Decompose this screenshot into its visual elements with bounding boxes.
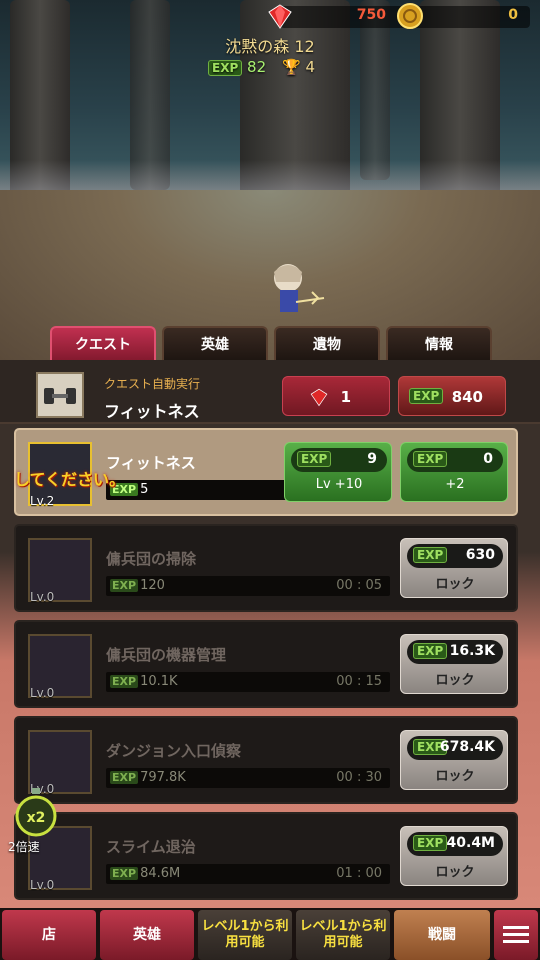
exp-label: EXP <box>110 867 139 880</box>
tab-quest[interactable]: クエスト <box>50 326 156 362</box>
exp-label: EXP <box>409 388 444 404</box>
quest-level: Lv.2 <box>30 494 55 508</box>
quest-name: 傭兵団の機器管理 <box>106 646 227 664</box>
quest-name: 傭兵団の掃除 <box>106 550 197 568</box>
unlock-button[interactable]: EXP 16.3K ロック <box>400 634 508 694</box>
ruby-gem-icon <box>310 388 328 407</box>
hud-trophy: 🏆 4 <box>282 58 315 76</box>
quest-time: 00 : 05 <box>336 578 382 593</box>
auto-gem-cost: 1 <box>340 388 351 406</box>
exp-label: EXP <box>413 547 448 563</box>
stage-title: 沈黙の森 12 <box>225 37 315 56</box>
quest-level: Lv.0 <box>30 878 55 892</box>
auto-quest-label: クエスト自動実行 <box>104 377 201 391</box>
unlock-exp: 16.3K <box>449 643 495 659</box>
upgrade-exp: 9 <box>367 451 377 467</box>
level-up-10-button[interactable]: EXP 9 Lv +10 <box>284 442 392 502</box>
upgrade2-exp: 0 <box>483 451 493 467</box>
quest-level: Lv.0 <box>30 590 55 604</box>
hero-sprite <box>274 264 325 312</box>
lock-label: ロック <box>435 865 475 880</box>
quest-progress: EXP 5 <box>106 480 296 500</box>
lock-label: ロック <box>435 769 475 784</box>
upgrade-label: Lv +10 <box>315 477 363 492</box>
trophy-count: 4 <box>305 58 316 76</box>
unlock-exp: 40.4M <box>446 835 495 851</box>
quest-progress: EXP 10.1K 00 : 15 <box>106 672 390 692</box>
gem-count: 750 <box>356 7 386 23</box>
auto-quest-name: フィットネス <box>104 402 200 421</box>
exp-label: EXP <box>110 675 139 688</box>
auto-gem-button[interactable]: 1 <box>282 376 390 416</box>
unlock-button[interactable]: EXP 40.4M ロック <box>400 826 508 886</box>
hud-exp: EXP 82 <box>208 58 266 76</box>
tab-hero[interactable]: 英雄 <box>162 326 268 362</box>
quest-name: スライム退治 <box>106 838 196 856</box>
nav-hero[interactable]: 英雄 <box>100 910 194 960</box>
hud-exp-value: 82 <box>247 58 267 76</box>
quest-time: 01 : 00 <box>336 866 382 881</box>
gold-coin-icon <box>397 3 423 29</box>
quest-exp: 5 <box>140 482 149 497</box>
quest-progress: EXP 120 00 : 05 <box>106 576 390 596</box>
speed-label: 2倍速 <box>8 840 40 854</box>
gold-count: 0 <box>508 7 518 23</box>
exp-label: EXP <box>208 60 243 76</box>
quest-row-equipment[interactable]: Lv.0 傭兵団の機器管理 EXP 10.1K 00 : 15 EXP 16.3K … <box>14 620 518 708</box>
exp-label: EXP <box>110 771 139 784</box>
quest-list[interactable]: Lv.2 フィットネス EXP 5 EXP 9 Lv +10 EXP 0 +2 Lv.… <box>0 426 540 908</box>
quest-time: 00 : 30 <box>336 770 382 785</box>
exp-label: EXP <box>297 451 332 467</box>
quest-exp: 797.8K <box>140 770 186 785</box>
bottom-nav: 店 英雄 レベル1から利用可能 レベル1から利用可能 戦闘 <box>0 908 540 960</box>
nav-battle[interactable]: 戦闘 <box>394 910 490 960</box>
trophy-icon: 🏆 <box>282 58 301 76</box>
unlock-button[interactable]: EXP 678.4K ロック <box>400 730 508 790</box>
exp-label: EXP <box>110 579 139 592</box>
quest-time: 00 : 15 <box>336 674 382 689</box>
dumbbell-icon <box>36 372 84 418</box>
upgrade2-label: +2 <box>445 477 465 492</box>
quest-row-dungeon[interactable]: Lv.0 ダンジョン入口偵察 EXP 797.8K 00 : 30 EXP 678.… <box>14 716 518 804</box>
lock-label: ロック <box>435 577 475 592</box>
tab-relic[interactable]: 遺物 <box>274 326 380 362</box>
quest-exp: 120 <box>140 578 165 593</box>
exp-label: EXP <box>413 643 448 659</box>
nav-locked-2[interactable]: レベル1から利用可能 <box>296 910 390 960</box>
unlock-exp: 678.4K <box>439 739 495 755</box>
auto-exp-cost: 840 <box>451 388 483 406</box>
quest-row-cleaning[interactable]: Lv.0 傭兵団の掃除 EXP 120 00 : 05 EXP 630 ロック <box>14 524 518 612</box>
quest-exp: 84.6M <box>140 866 181 881</box>
tab-bar: クエスト 英雄 遺物 情報 <box>50 326 492 362</box>
quest-progress: EXP 797.8K 00 : 30 <box>106 768 390 788</box>
quest-level: Lv.0 <box>30 686 55 700</box>
unlock-exp: 630 <box>465 547 495 563</box>
menu-icon[interactable] <box>494 910 538 960</box>
nav-locked-1[interactable]: レベル1から利用可能 <box>198 910 292 960</box>
lock-label: ロック <box>435 673 475 688</box>
quest-panel: クエスト自動実行 フィットネス 1 EXP 840 Lv.2 フィットネス EX… <box>0 360 540 908</box>
tab-info[interactable]: 情報 <box>386 326 492 362</box>
tutorial-hint: してください。 <box>14 470 126 489</box>
quest-progress: EXP 84.6M 01 : 00 <box>106 864 390 884</box>
stopwatch-icon[interactable]: x2 <box>14 786 58 846</box>
quest-row-slime[interactable]: Lv.0 スライム退治 EXP 84.6M 01 : 00 EXP 40.4M ロッ… <box>14 812 518 900</box>
auto-quest-bar: クエスト自動実行 フィットネス 1 EXP 840 <box>0 360 540 424</box>
quest-exp: 10.1K <box>140 674 178 689</box>
nav-shop[interactable]: 店 <box>2 910 96 960</box>
upgrade-plus2-button[interactable]: EXP 0 +2 <box>400 442 508 502</box>
exp-label: EXP <box>413 451 448 467</box>
auto-exp-button[interactable]: EXP 840 <box>398 376 506 416</box>
exp-label: EXP <box>413 835 448 851</box>
quest-name: ダンジョン入口偵察 <box>106 742 242 760</box>
hud: 750 0 沈黙の森 12 EXP 82 🏆 4 <box>0 0 540 90</box>
speed-badge: x2 <box>27 810 46 826</box>
unlock-button[interactable]: EXP 630 ロック <box>400 538 508 598</box>
ruby-gem-icon <box>268 4 292 29</box>
